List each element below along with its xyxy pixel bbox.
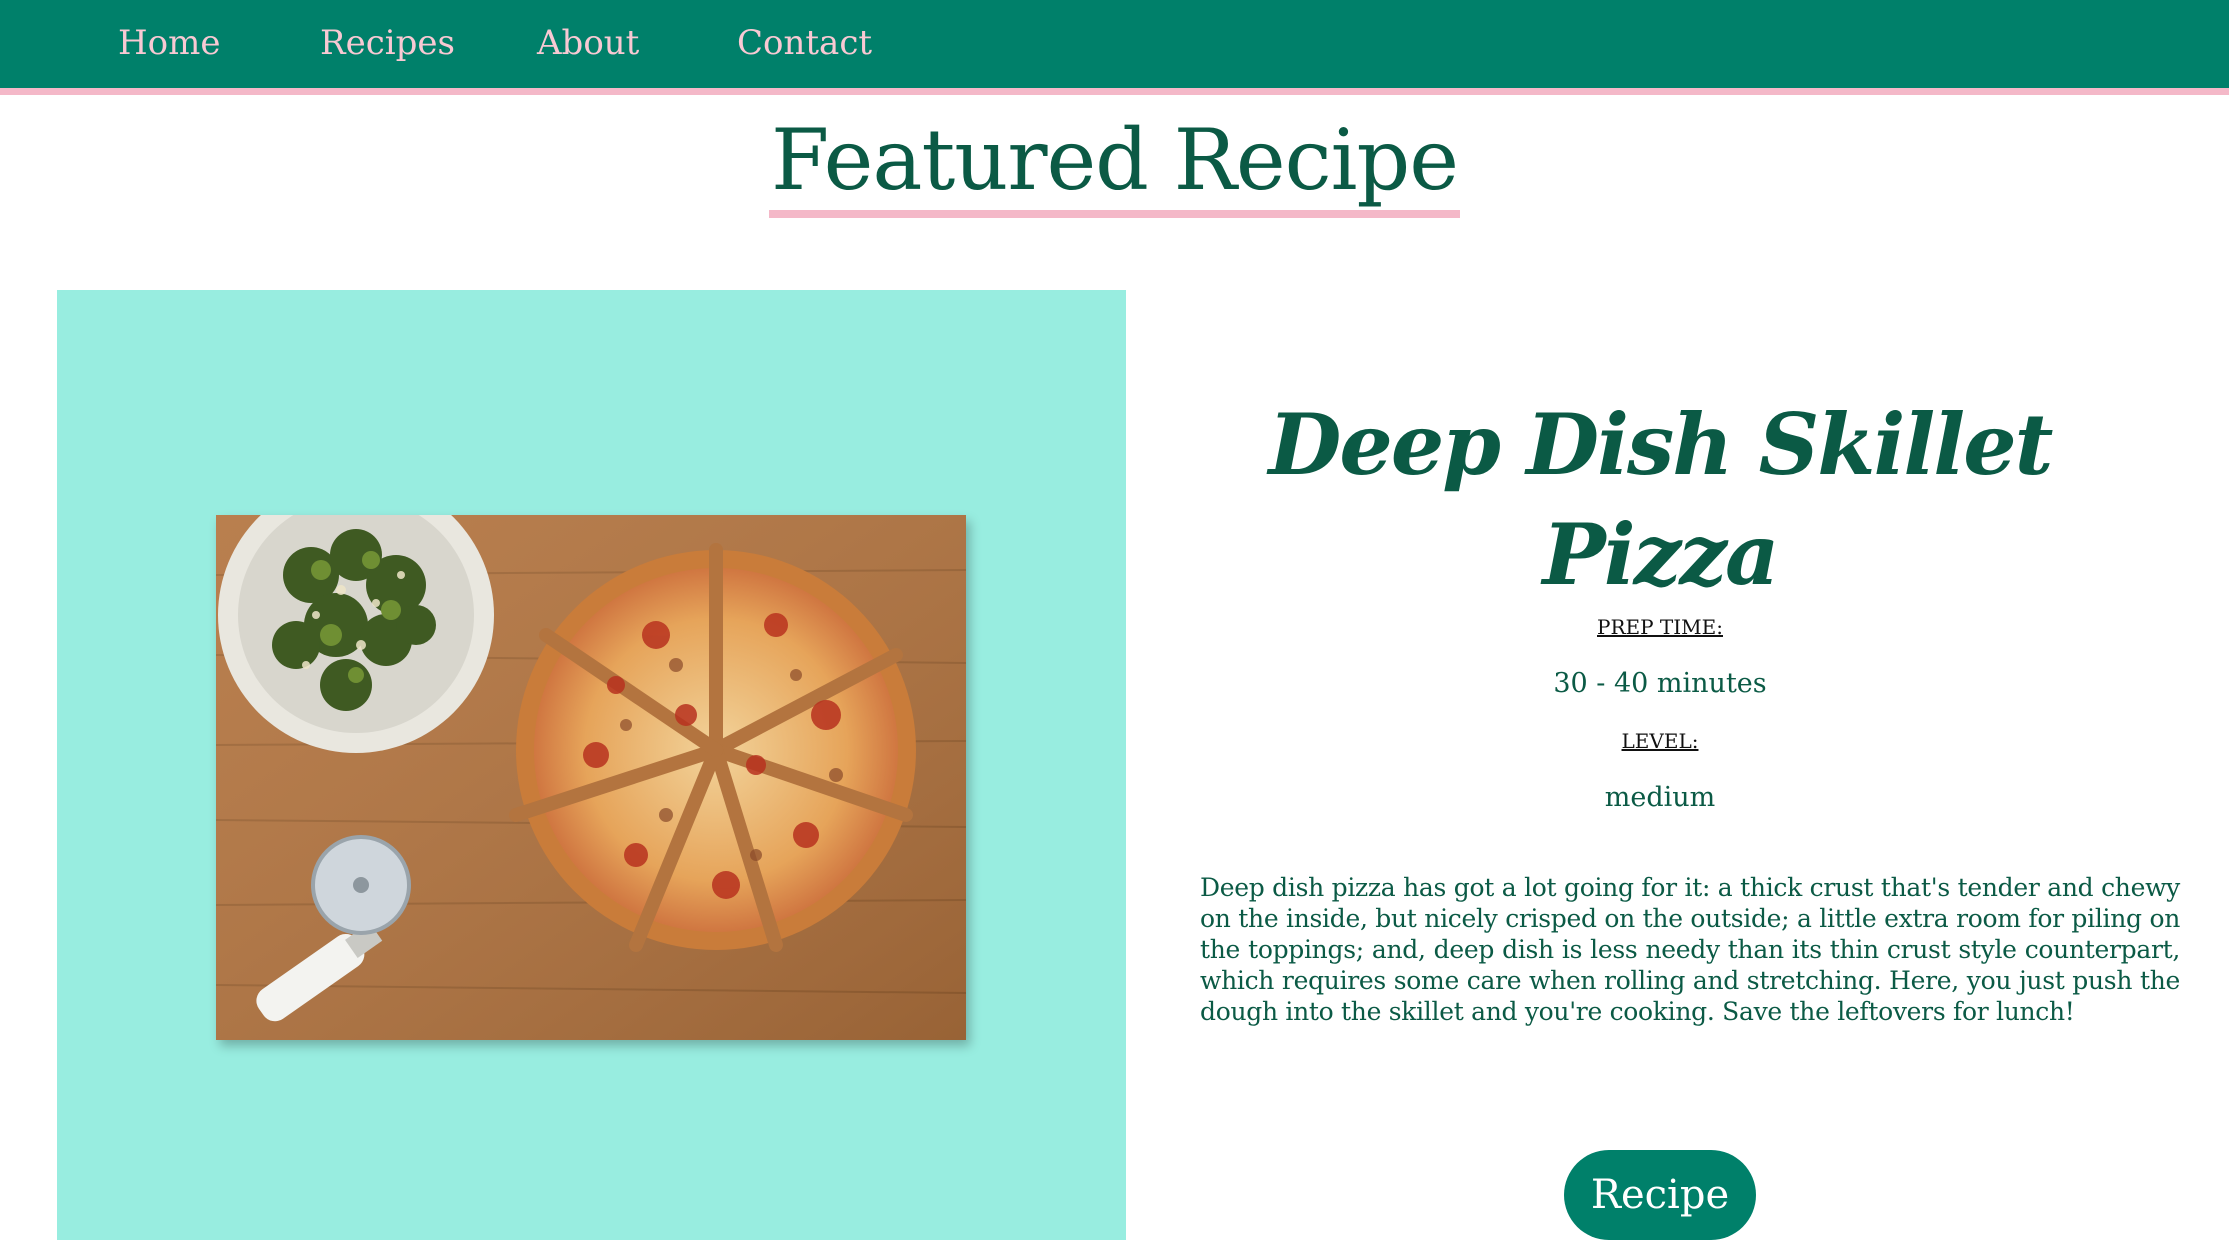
pizza-photo-illustration (216, 515, 966, 1040)
nav-item-recipes: Recipes (320, 20, 537, 66)
featured-heading-wrapper: Featured Recipe (0, 110, 2229, 218)
prep-time-value-wrapper: 30 - 40 minutes (1175, 664, 2145, 704)
recipe-image-panel (57, 290, 1126, 1240)
nav-link-contact[interactable]: Contact (737, 20, 872, 66)
nav-item-home: Home (118, 20, 320, 66)
recipe-button[interactable]: Recipe (1564, 1150, 1756, 1240)
recipe-description: Deep dish pizza has got a lot going for … (1200, 873, 2180, 1026)
nav-link-home[interactable]: Home (118, 20, 320, 66)
nav-item-contact: Contact (737, 20, 872, 66)
nav-list: Home Recipes About Contact (118, 20, 872, 66)
recipe-photo (216, 515, 966, 1040)
prep-time-label: PREP TIME: (1597, 615, 1723, 639)
level-value: medium (1604, 782, 1716, 813)
level-label-wrapper: LEVEL: (1175, 726, 2145, 756)
prep-time-label-wrapper: PREP TIME: (1175, 612, 2145, 642)
level-label: LEVEL: (1621, 729, 1699, 753)
nav-link-about[interactable]: About (537, 20, 737, 66)
prep-time-value: 30 - 40 minutes (1553, 668, 1767, 699)
level-value-wrapper: medium (1175, 778, 2145, 818)
top-navbar: Home Recipes About Contact (0, 0, 2229, 95)
featured-heading: Featured Recipe (768, 110, 1461, 218)
nav-item-about: About (537, 20, 737, 66)
recipe-title: Deep Dish Skillet Pizza (1268, 395, 2054, 604)
nav-link-recipes[interactable]: Recipes (320, 20, 537, 66)
